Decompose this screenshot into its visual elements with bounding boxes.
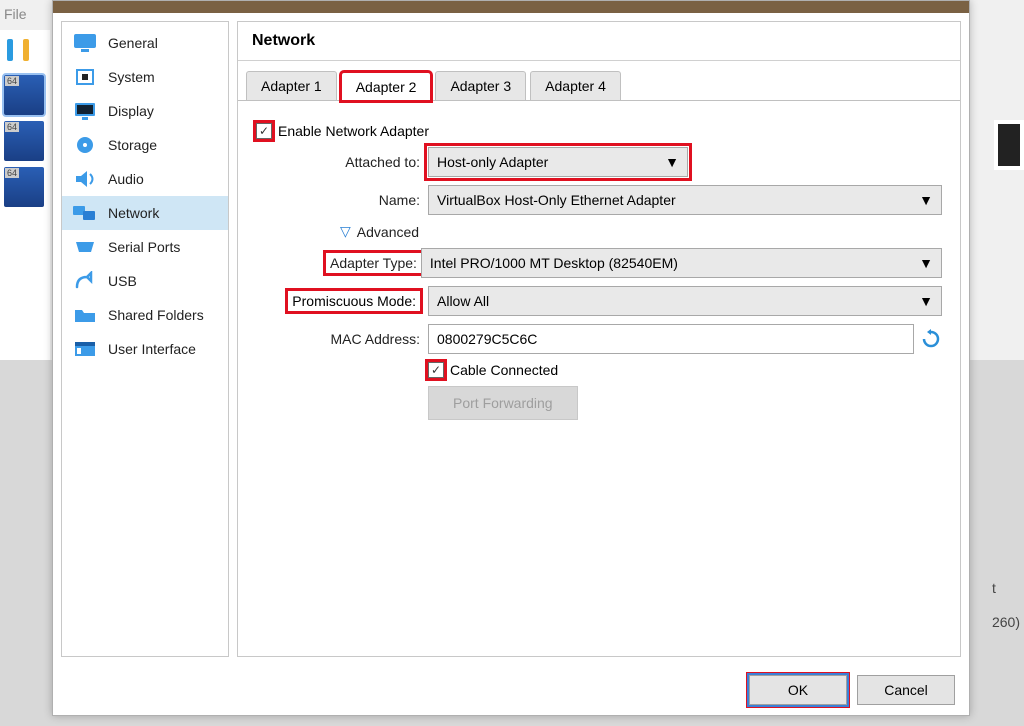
settings-main: Network Adapter 1 Adapter 2 Adapter 3 Ad… — [237, 21, 961, 657]
chevron-down-icon: ▼ — [919, 255, 933, 271]
page-title: Network — [238, 22, 960, 61]
checkbox-icon: ✓ — [428, 362, 444, 378]
cable-connected-label: Cable Connected — [450, 362, 558, 378]
sidebar-item-storage[interactable]: Storage — [62, 128, 228, 162]
tool-icon — [4, 36, 16, 69]
adapter-name-select[interactable]: VirtualBox Host-Only Ethernet Adapter ▼ — [428, 185, 942, 215]
ui-icon — [72, 338, 98, 360]
sidebar-item-label: Storage — [108, 137, 157, 153]
name-label: Name: — [256, 192, 428, 208]
port-forwarding-button: Port Forwarding — [428, 386, 578, 420]
mac-address-label: MAC Address: — [256, 331, 428, 347]
sidebar-item-display[interactable]: Display — [62, 94, 228, 128]
vm-thumbnail[interactable]: 64 — [4, 75, 44, 115]
checkbox-icon: ✓ — [256, 123, 272, 139]
ok-button[interactable]: OK — [749, 675, 847, 705]
sidebar-item-usb[interactable]: USB — [62, 264, 228, 298]
folder-icon — [72, 304, 98, 326]
chevron-down-icon: ▼ — [919, 192, 933, 208]
sidebar-item-label: USB — [108, 273, 137, 289]
settings-dialog: General System Display Storage Audio Net… — [52, 0, 970, 716]
sidebar-item-user-interface[interactable]: User Interface — [62, 332, 228, 366]
cropped-text: t 260) — [992, 580, 1020, 630]
menu-file[interactable]: File — [4, 6, 27, 22]
advanced-disclosure[interactable]: ▽ Advanced — [340, 223, 942, 240]
sidebar-item-label: Display — [108, 103, 154, 119]
vm-thumbnail[interactable]: 64 — [4, 167, 44, 207]
vm-thumbnail[interactable]: 64 — [4, 121, 44, 161]
mac-address-field[interactable] — [437, 331, 905, 347]
enable-adapter-checkbox[interactable]: ✓ Enable Network Adapter — [256, 123, 429, 139]
adapter-panel: ✓ Enable Network Adapter Attached to: Ho… — [238, 101, 960, 656]
tool-icon — [20, 36, 32, 69]
promiscuous-mode-label: Promiscuous Mode: — [288, 291, 420, 311]
sidebar-item-label: Audio — [108, 171, 144, 187]
sidebar-item-system[interactable]: System — [62, 60, 228, 94]
sidebar-item-label: Network — [108, 205, 159, 221]
attached-to-value: Host-only Adapter — [437, 154, 548, 170]
sidebar-item-label: User Interface — [108, 341, 196, 357]
attached-to-select[interactable]: Host-only Adapter ▼ — [428, 147, 688, 177]
enable-adapter-label: Enable Network Adapter — [278, 123, 429, 139]
chip-icon — [72, 66, 98, 88]
cancel-button[interactable]: Cancel — [857, 675, 955, 705]
usb-icon — [72, 270, 98, 292]
promiscuous-mode-value: Allow All — [437, 293, 489, 309]
sidebar-item-audio[interactable]: Audio — [62, 162, 228, 196]
preview-edge — [994, 120, 1024, 170]
refresh-icon — [921, 329, 941, 349]
sidebar-item-label: Serial Ports — [108, 239, 180, 255]
tab-adapter-4[interactable]: Adapter 4 — [530, 71, 621, 100]
chevron-down-icon: ▼ — [919, 293, 933, 309]
tab-adapter-3[interactable]: Adapter 3 — [435, 71, 526, 100]
dialog-titlebar[interactable] — [53, 1, 969, 13]
adapter-type-value: Intel PRO/1000 MT Desktop (82540EM) — [430, 255, 678, 271]
adapter-tabs: Adapter 1 Adapter 2 Adapter 3 Adapter 4 — [238, 61, 960, 101]
sidebar-item-label: System — [108, 69, 155, 85]
sidebar-item-label: Shared Folders — [108, 307, 204, 323]
refresh-mac-button[interactable] — [920, 328, 942, 350]
adapter-name-value: VirtualBox Host-Only Ethernet Adapter — [437, 192, 676, 208]
chevron-down-icon: ▼ — [665, 154, 679, 170]
sidebar-item-general[interactable]: General — [62, 26, 228, 60]
sidebar-item-network[interactable]: Network — [62, 196, 228, 230]
attached-to-label: Attached to: — [256, 154, 428, 170]
sidebar-item-label: General — [108, 35, 158, 51]
network-icon — [72, 202, 98, 224]
adapter-type-select[interactable]: Intel PRO/1000 MT Desktop (82540EM) ▼ — [421, 248, 942, 278]
monitor-icon — [72, 32, 98, 54]
sidebar-item-serial-ports[interactable]: Serial Ports — [62, 230, 228, 264]
adapter-type-label: Adapter Type: — [326, 253, 421, 273]
tab-adapter-1[interactable]: Adapter 1 — [246, 71, 337, 100]
promiscuous-mode-select[interactable]: Allow All ▼ — [428, 286, 942, 316]
tab-adapter-2[interactable]: Adapter 2 — [341, 72, 432, 101]
speaker-icon — [72, 168, 98, 190]
mac-address-input[interactable] — [428, 324, 914, 354]
disk-icon — [72, 134, 98, 156]
triangle-down-icon: ▽ — [340, 223, 351, 240]
cable-connected-checkbox[interactable]: ✓ Cable Connected — [428, 362, 558, 378]
category-sidebar: General System Display Storage Audio Net… — [61, 21, 229, 657]
dialog-footer: OK Cancel — [53, 665, 969, 715]
display-icon — [72, 100, 98, 122]
sidebar-item-shared-folders[interactable]: Shared Folders — [62, 298, 228, 332]
serial-icon — [72, 236, 98, 258]
advanced-label: Advanced — [357, 224, 419, 240]
